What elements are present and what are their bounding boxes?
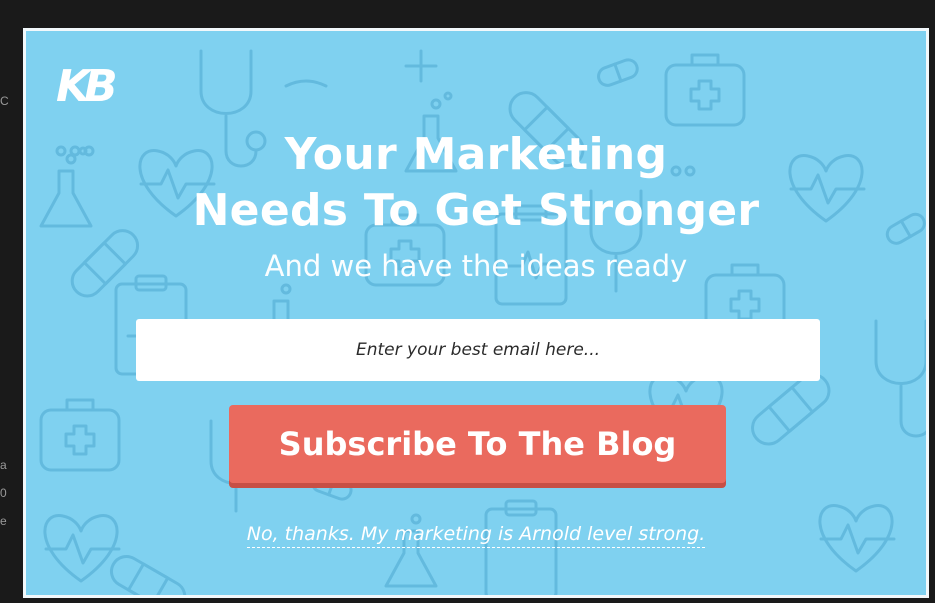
decline-container: No, thanks. My marketing is Arnold level… xyxy=(26,523,926,548)
background-text-fragment: 0 xyxy=(0,486,7,500)
subscribe-button[interactable]: Subscribe To The Blog xyxy=(229,405,726,483)
subheadline: And we have the ideas ready xyxy=(264,249,688,283)
clipboard-icon xyxy=(484,499,558,595)
decline-link[interactable]: No, thanks. My marketing is Arnold level… xyxy=(246,523,706,548)
first-aid-kit-icon xyxy=(39,398,121,472)
kb-logo: KB xyxy=(56,61,121,107)
background-text-fragment: C xyxy=(0,94,9,108)
headline-line-1: Your Marketing xyxy=(284,129,668,180)
subscribe-popup: KB Your Marketing Needs To Get Stronger … xyxy=(23,28,929,598)
bandage-icon xyxy=(109,554,187,595)
headline-line-2: Needs To Get Stronger xyxy=(192,185,760,236)
stethoscope-icon xyxy=(874,319,926,438)
medical-icon-pattern xyxy=(39,49,926,595)
first-aid-kit-icon xyxy=(664,53,746,127)
kb-logo-text: KB xyxy=(56,61,115,107)
email-input[interactable] xyxy=(136,319,820,381)
background-text-fragment: a xyxy=(0,458,7,472)
pill-icon xyxy=(597,58,639,87)
background-text-fragment: e xyxy=(0,514,7,528)
